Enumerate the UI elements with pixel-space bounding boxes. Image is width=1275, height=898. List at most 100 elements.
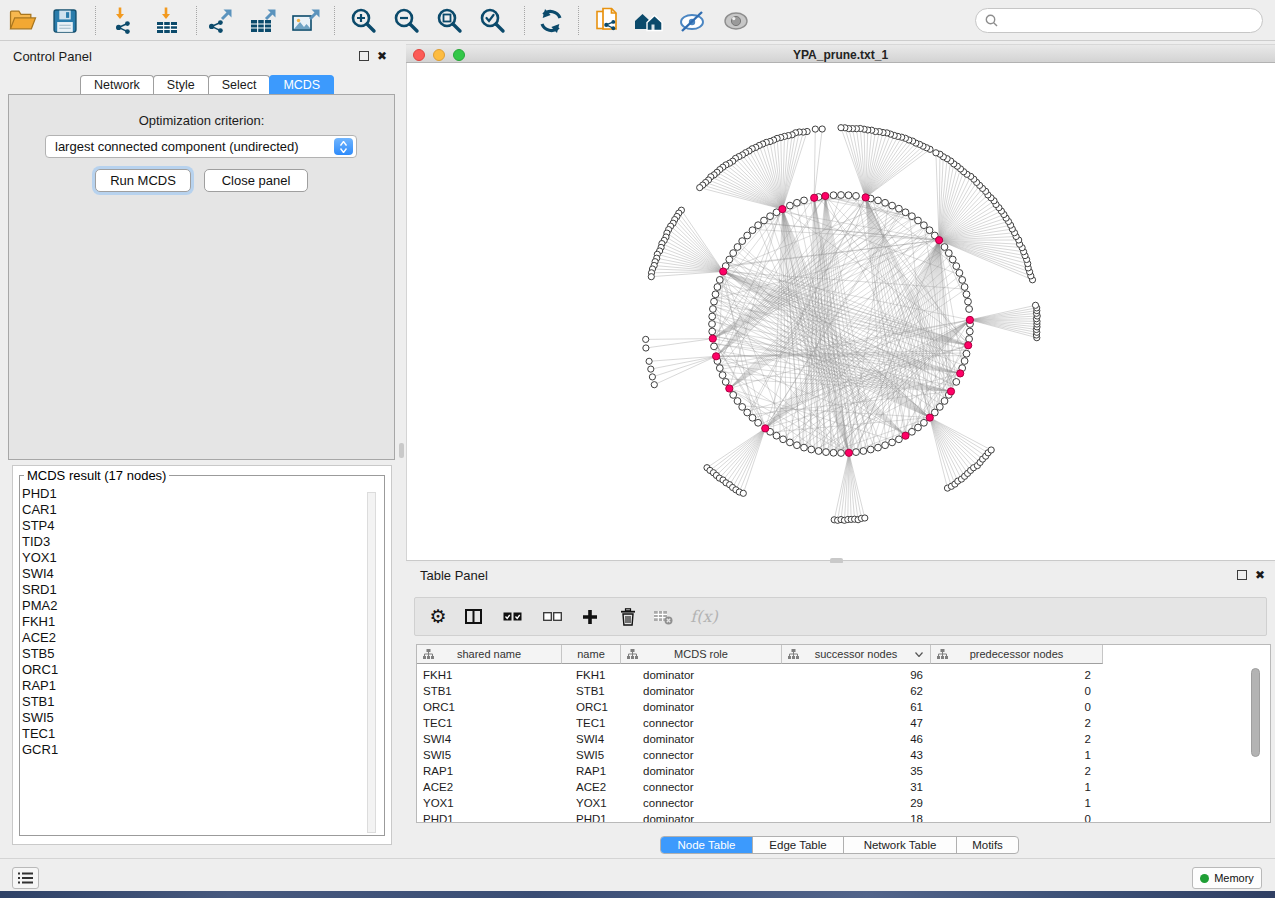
cell-name: ORC1: [562, 699, 621, 715]
mcds-result-item[interactable]: SRD1: [22, 582, 58, 598]
zoom-fit-button[interactable]: [432, 4, 468, 37]
column-header-successor-nodes[interactable]: successor nodes: [782, 645, 931, 664]
zoom-out-button[interactable]: [389, 4, 425, 37]
cell-name: SWI4: [562, 731, 621, 747]
table-header-row: shared namenameMCDS role successor nodes p…: [417, 645, 1103, 664]
import-table-button[interactable]: [148, 4, 184, 37]
add-column-button[interactable]: [575, 598, 605, 635]
mcds-result-item[interactable]: GCR1: [22, 742, 58, 758]
network-window-titlebar[interactable]: YPA_prune.txt_1: [406, 44, 1275, 63]
cell-predecessor-nodes: 1: [931, 747, 1103, 763]
cell-shared-name: STB1: [417, 683, 562, 699]
tab-style[interactable]: Style: [153, 75, 209, 94]
table-row[interactable]: ACE2ACE2connector311: [417, 779, 1270, 795]
cell-MCDS-role: dominator: [621, 683, 782, 699]
table-row[interactable]: YOX1YOX1connector291: [417, 795, 1270, 811]
export-network-button[interactable]: [203, 4, 239, 37]
table-row[interactable]: FKH1FKH1dominator962: [417, 667, 1270, 683]
vertical-splitter-handle[interactable]: [399, 443, 404, 458]
function-builder-button[interactable]: f(x): [689, 598, 719, 635]
table-close-icon[interactable]: ✖: [1255, 570, 1265, 580]
table-row[interactable]: SWI5SWI5connector431: [417, 747, 1270, 763]
mcds-result-list[interactable]: PHD1CAR1STP4TID3YOX1SWI4SRD1PMA2FKH1ACE2…: [22, 486, 58, 758]
mcds-result-item[interactable]: CAR1: [22, 502, 58, 518]
criterion-dropdown[interactable]: largest connected component (undirected): [45, 135, 357, 158]
show-all-button[interactable]: [718, 4, 754, 37]
table-row[interactable]: RAP1RAP1dominator352: [417, 763, 1270, 779]
tab-node-table[interactable]: Node Table: [661, 837, 753, 853]
column-header-predecessor-nodes[interactable]: predecessor nodes: [931, 645, 1103, 664]
table-scrollbar-thumb[interactable]: [1251, 668, 1260, 757]
table-row[interactable]: SWI4SWI4dominator462: [417, 731, 1270, 747]
column-header-shared-name[interactable]: shared name: [417, 645, 562, 664]
mcds-result-item[interactable]: YOX1: [22, 550, 58, 566]
table-float-icon[interactable]: [1237, 570, 1247, 580]
mcds-result-item[interactable]: TID3: [22, 534, 58, 550]
table-row[interactable]: PHD1PHD1dominator180: [417, 811, 1270, 824]
new-network-from-selection-button[interactable]: [589, 4, 625, 37]
show-panel-list-button[interactable]: [12, 867, 39, 889]
zoom-in-button[interactable]: [346, 4, 382, 37]
mcds-result-item[interactable]: SWI5: [22, 710, 58, 726]
table-row[interactable]: STB1STB1dominator620: [417, 683, 1270, 699]
column-label: successor nodes: [815, 648, 898, 660]
zoom-selected-button[interactable]: [475, 4, 511, 37]
mcds-result-item[interactable]: TEC1: [22, 726, 58, 742]
float-panel-icon[interactable]: [359, 51, 369, 61]
delete-table-button[interactable]: [649, 598, 679, 635]
export-image-button[interactable]: [288, 4, 324, 37]
cell-name: ACE2: [562, 779, 621, 795]
table-panel-title: Table Panel: [420, 568, 488, 583]
delete-column-button[interactable]: [613, 598, 643, 635]
criterion-value: largest connected component (undirected): [55, 139, 334, 154]
deselect-all-rows-button[interactable]: [537, 598, 567, 635]
save-session-button[interactable]: [47, 4, 83, 37]
run-mcds-button[interactable]: Run MCDS: [95, 169, 191, 192]
refresh-icon: [537, 7, 565, 35]
search-input[interactable]: [1003, 14, 1262, 28]
eye-hide-icon: [677, 8, 707, 34]
cell-predecessor-nodes: 0: [931, 683, 1103, 699]
tab-motifs[interactable]: Motifs: [957, 837, 1018, 853]
select-all-rows-button[interactable]: [497, 598, 527, 635]
open-file-button[interactable]: [4, 4, 40, 37]
cell-MCDS-role: dominator: [621, 731, 782, 747]
mcds-result-item[interactable]: PMA2: [22, 598, 58, 614]
column-header-MCDS-role[interactable]: MCDS role: [621, 645, 782, 664]
mcds-result-item[interactable]: FKH1: [22, 614, 58, 630]
column-header-name[interactable]: name: [562, 645, 621, 664]
mcds-result-item[interactable]: STB1: [22, 694, 58, 710]
network-view-canvas[interactable]: [406, 63, 1275, 560]
chevron-down-icon[interactable]: [915, 652, 923, 657]
hide-selected-button[interactable]: [674, 4, 710, 37]
mcds-result-item[interactable]: PHD1: [22, 486, 58, 502]
close-panel-icon[interactable]: ✖: [377, 51, 387, 61]
mcds-result-item[interactable]: STP4: [22, 518, 58, 534]
tab-select[interactable]: Select: [208, 75, 271, 94]
tab-edge-table[interactable]: Edge Table: [753, 837, 844, 853]
mcds-result-item[interactable]: ORC1: [22, 662, 58, 678]
mcds-result-item[interactable]: ACE2: [22, 630, 58, 646]
mcds-result-item[interactable]: SWI4: [22, 566, 58, 582]
tab-mcds[interactable]: MCDS: [269, 75, 334, 94]
mcds-list-scrollbar[interactable]: [367, 492, 376, 833]
table-row[interactable]: ORC1ORC1dominator610: [417, 699, 1270, 715]
cell-successor-nodes: 46: [782, 731, 931, 747]
mcds-result-item[interactable]: STB5: [22, 646, 58, 662]
mcds-result-item[interactable]: RAP1: [22, 678, 58, 694]
memory-button[interactable]: Memory: [1192, 867, 1262, 889]
first-neighbors-button[interactable]: [631, 4, 667, 37]
network-window-title: YPA_prune.txt_1: [406, 48, 1275, 62]
refresh-layout-button[interactable]: [533, 4, 569, 37]
export-table-button[interactable]: [245, 4, 281, 37]
table-settings-button[interactable]: ⚙: [423, 598, 453, 635]
trash-icon: [620, 608, 636, 626]
search-box[interactable]: [975, 8, 1263, 33]
import-network-button[interactable]: [105, 4, 141, 37]
close-panel-button[interactable]: Close panel: [204, 169, 308, 192]
column-visibility-button[interactable]: [458, 598, 488, 635]
cell-shared-name: SWI5: [417, 747, 562, 763]
table-row[interactable]: TEC1TEC1connector472: [417, 715, 1270, 731]
tab-network-table[interactable]: Network Table: [844, 837, 957, 853]
tab-network[interactable]: Network: [80, 75, 154, 94]
